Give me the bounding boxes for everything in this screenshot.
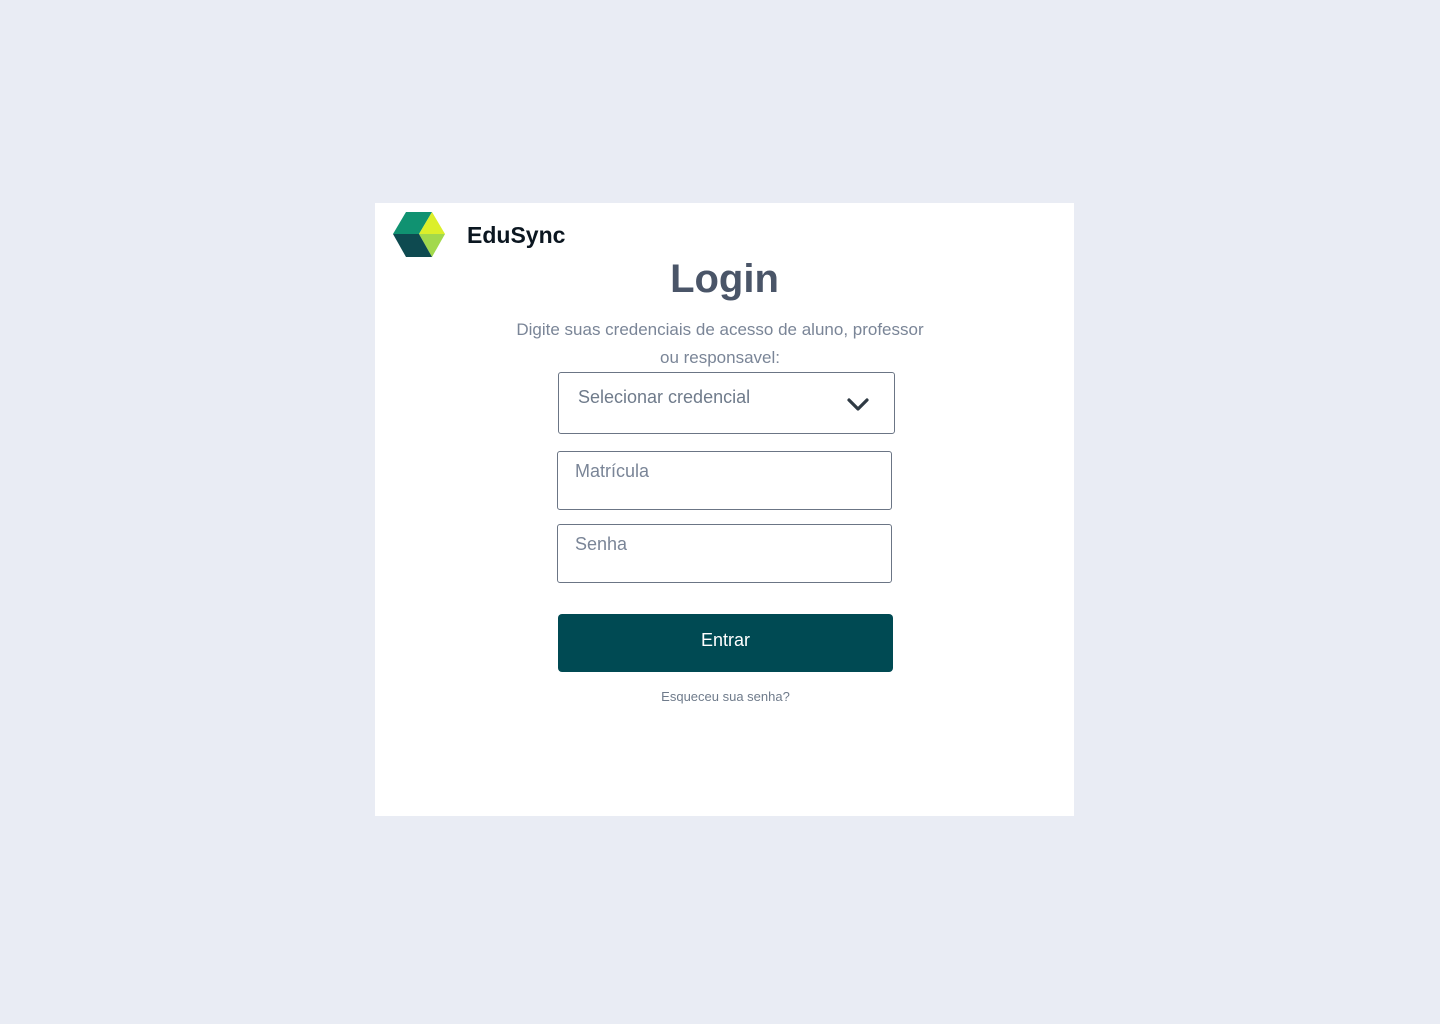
page-title: Login: [670, 257, 779, 301]
edusync-logo-icon: [393, 212, 445, 257]
login-card: EduSync Login Digite suas credenciais de…: [375, 203, 1074, 816]
credential-select-value: Selecionar credencial: [578, 387, 751, 407]
matricula-field-wrapper: [557, 451, 892, 510]
chevron-down-icon[interactable]: [846, 395, 870, 413]
password-input[interactable]: [558, 525, 891, 582]
forgot-password-link[interactable]: Esqueceu sua senha?: [558, 689, 893, 704]
credential-select[interactable]: Selecionar credencial: [558, 372, 895, 434]
submit-button[interactable]: Entrar: [558, 614, 893, 672]
brand-name: EduSync: [467, 221, 566, 248]
senha-field-wrapper: [557, 524, 892, 583]
brand-header: EduSync: [393, 212, 565, 258]
login-instructions: Digite suas credenciais de acesso de alu…: [516, 320, 924, 367]
matricula-input[interactable]: [558, 452, 891, 509]
